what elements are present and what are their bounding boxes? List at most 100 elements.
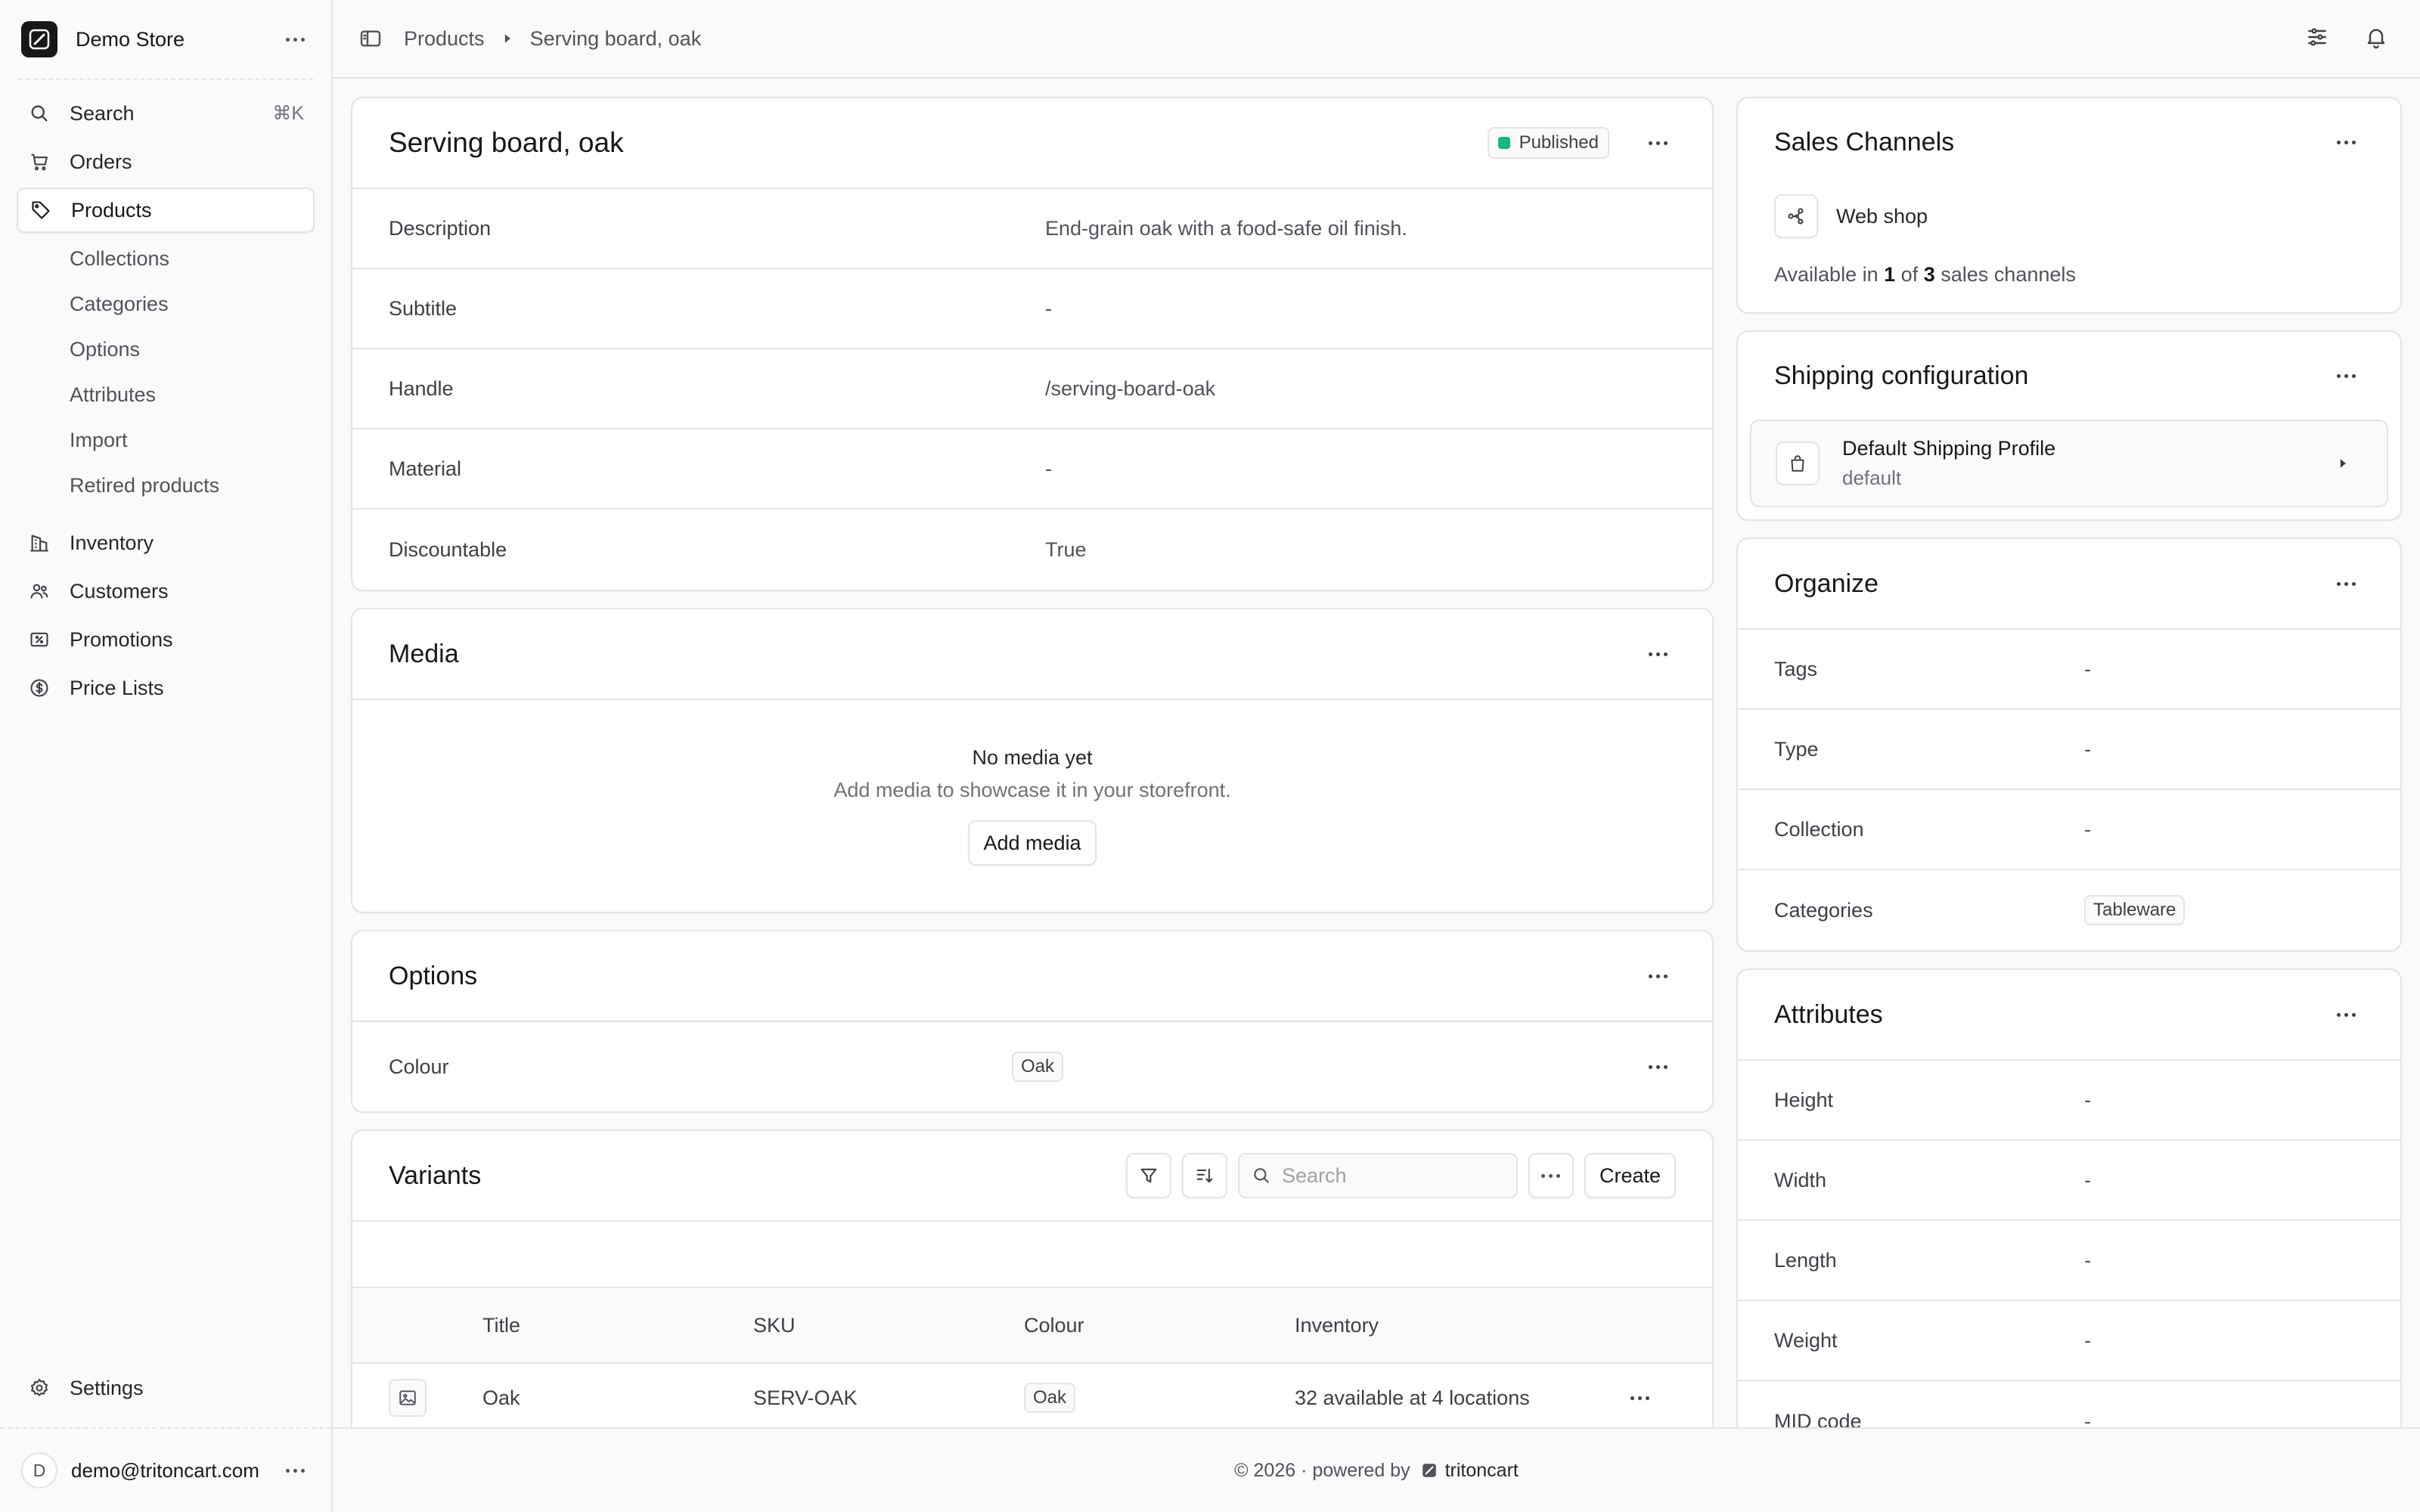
- building-icon: [27, 531, 51, 555]
- column-inventory[interactable]: Inventory: [1295, 1314, 1621, 1337]
- nav-retired-products[interactable]: Retired products: [17, 463, 315, 508]
- variants-search[interactable]: [1237, 1153, 1518, 1198]
- product-actions-dots-icon[interactable]: [1640, 125, 1676, 161]
- variants-search-input[interactable]: [1281, 1163, 1501, 1188]
- attribute-weight: Weight -: [1738, 1301, 2400, 1381]
- filter-button[interactable]: [1125, 1153, 1171, 1198]
- image-placeholder-icon: [389, 1379, 427, 1417]
- organize-categories: Categories Tableware: [1738, 870, 2400, 950]
- field-description: Description End-grain oak with a food-sa…: [352, 189, 1712, 269]
- sales-channels-title: Sales Channels: [1774, 127, 1955, 156]
- avail-total: 3: [1923, 263, 1935, 286]
- options-actions-dots-icon[interactable]: [1640, 958, 1676, 994]
- filter-icon: [1140, 1168, 1157, 1183]
- topbar: Products Serving board, oak: [333, 0, 2420, 79]
- variants-more-button[interactable]: [1528, 1153, 1574, 1198]
- nav-settings[interactable]: Settings: [17, 1365, 315, 1411]
- sort-button[interactable]: [1181, 1153, 1227, 1198]
- store-switcher[interactable]: Demo Store: [0, 0, 331, 79]
- avail-prefix: Available in: [1774, 263, 1879, 286]
- nav-products[interactable]: Products: [17, 187, 315, 233]
- organize-type: Type -: [1738, 710, 2400, 790]
- attribute-length: Length -: [1738, 1221, 2400, 1301]
- main-nav: Search ⌘K Orders Products Collections Ca…: [0, 80, 331, 714]
- sales-channels-header: Sales Channels: [1738, 98, 2400, 186]
- variants-header: Variants Search Create: [352, 1131, 1712, 1222]
- footer: © 2026 · powered by tritoncart: [333, 1427, 2420, 1512]
- variants-card: Variants Search Create Title SKU Colour …: [351, 1129, 1714, 1433]
- organize-dots-icon[interactable]: [2328, 565, 2364, 602]
- organize-tags: Tags -: [1738, 630, 2400, 710]
- shipping-profile-link[interactable]: Default Shipping Profile default: [1750, 420, 2388, 507]
- sort-icon: [1196, 1168, 1213, 1183]
- field-value: -: [2084, 737, 2091, 761]
- more-dots-icon: [1541, 1173, 1561, 1178]
- table-row[interactable]: Oak SERV-OAK Oak 32 available at 4 locat…: [352, 1364, 1712, 1432]
- user-menu-dots-icon[interactable]: [280, 1455, 310, 1486]
- status-dot-icon: [1497, 137, 1510, 149]
- sales-channels-card: Sales Channels Web shop Available in 1 o…: [1736, 97, 2402, 314]
- nav-price-lists[interactable]: Price Lists: [17, 665, 315, 711]
- nav-categories[interactable]: Categories: [17, 281, 315, 327]
- nav-settings-label: Settings: [70, 1376, 144, 1399]
- user-menu[interactable]: D demo@tritoncart.com: [0, 1427, 331, 1512]
- attributes-dots-icon[interactable]: [2328, 996, 2364, 1033]
- nav-orders[interactable]: Orders: [17, 139, 315, 184]
- cart-icon: [27, 150, 51, 174]
- add-media-button[interactable]: Add media: [968, 820, 1097, 866]
- store-menu-dots-icon[interactable]: [280, 24, 310, 54]
- tritoncart-logo-icon: [1421, 1462, 1438, 1479]
- option-row: Colour Oak: [352, 1022, 1712, 1111]
- media-actions-dots-icon[interactable]: [1640, 636, 1676, 672]
- options-title: Options: [389, 961, 478, 990]
- store-name: Demo Store: [76, 27, 185, 51]
- sidebar-toggle-icon[interactable]: [358, 26, 383, 51]
- footer-brand[interactable]: tritoncart: [1421, 1460, 1519, 1482]
- nav-search-label: Search: [70, 101, 135, 125]
- breadcrumb: Products Serving board, oak: [358, 26, 2305, 51]
- organize-header: Organize: [1738, 539, 2400, 630]
- shipping-title: Shipping configuration: [1774, 361, 2029, 390]
- field-label: Subtitle: [389, 296, 458, 320]
- organize-collection: Collection -: [1738, 790, 2400, 870]
- shipping-dots-icon[interactable]: [2328, 358, 2364, 394]
- variant-row-dots-icon[interactable]: [1621, 1380, 1658, 1416]
- nav-attributes[interactable]: Attributes: [17, 372, 315, 417]
- nav-collections[interactable]: Collections: [17, 236, 315, 281]
- column-colour[interactable]: Colour: [1024, 1314, 1295, 1337]
- nav-options[interactable]: Options: [17, 327, 315, 372]
- nav-search[interactable]: Search ⌘K: [17, 91, 315, 136]
- field-label: Collection: [1774, 817, 1864, 841]
- product-general-card: Serving board, oak Published Description…: [351, 97, 1714, 591]
- column-sku[interactable]: SKU: [753, 1314, 1024, 1337]
- variant-inventory: 32 available at 4 locations: [1295, 1386, 1530, 1409]
- field-label: Handle: [389, 376, 454, 400]
- search-icon: [27, 101, 51, 125]
- nav-customers[interactable]: Customers: [17, 569, 315, 614]
- organize-card: Organize Tags - Type - Collection - Cate…: [1736, 538, 2402, 952]
- adjustments-icon[interactable]: [2305, 25, 2329, 53]
- status-badge: Published: [1487, 127, 1609, 159]
- variant-colour-tag: Oak: [1024, 1383, 1076, 1413]
- variants-table-header: Title SKU Colour Inventory: [352, 1288, 1712, 1364]
- option-value-tag: Oak: [1012, 1052, 1064, 1082]
- field-value: -: [2084, 1088, 2091, 1111]
- variant-title: Oak: [482, 1386, 520, 1409]
- create-variant-button[interactable]: Create: [1584, 1153, 1676, 1198]
- nav-inventory[interactable]: Inventory: [17, 520, 315, 565]
- breadcrumb-products[interactable]: Products: [404, 27, 485, 51]
- field-label: Type: [1774, 737, 1819, 761]
- option-label: Colour: [389, 1055, 449, 1078]
- bell-icon[interactable]: [2364, 25, 2388, 53]
- column-title[interactable]: Title: [482, 1314, 753, 1337]
- nav-price-lists-label: Price Lists: [70, 676, 164, 699]
- category-tag[interactable]: Tableware: [2084, 895, 2186, 925]
- main-area: Products Serving board, oak Serving boar…: [333, 0, 2420, 1512]
- store-logo-icon: [21, 21, 57, 57]
- nav-promotions[interactable]: Promotions: [17, 617, 315, 662]
- option-row-dots-icon[interactable]: [1640, 1049, 1676, 1085]
- attributes-card: Attributes Height - Width - Length - Wei…: [1736, 968, 2402, 1463]
- sales-channels-dots-icon[interactable]: [2328, 124, 2364, 160]
- shopping-bag-icon: [1776, 442, 1820, 485]
- nav-import[interactable]: Import: [17, 417, 315, 463]
